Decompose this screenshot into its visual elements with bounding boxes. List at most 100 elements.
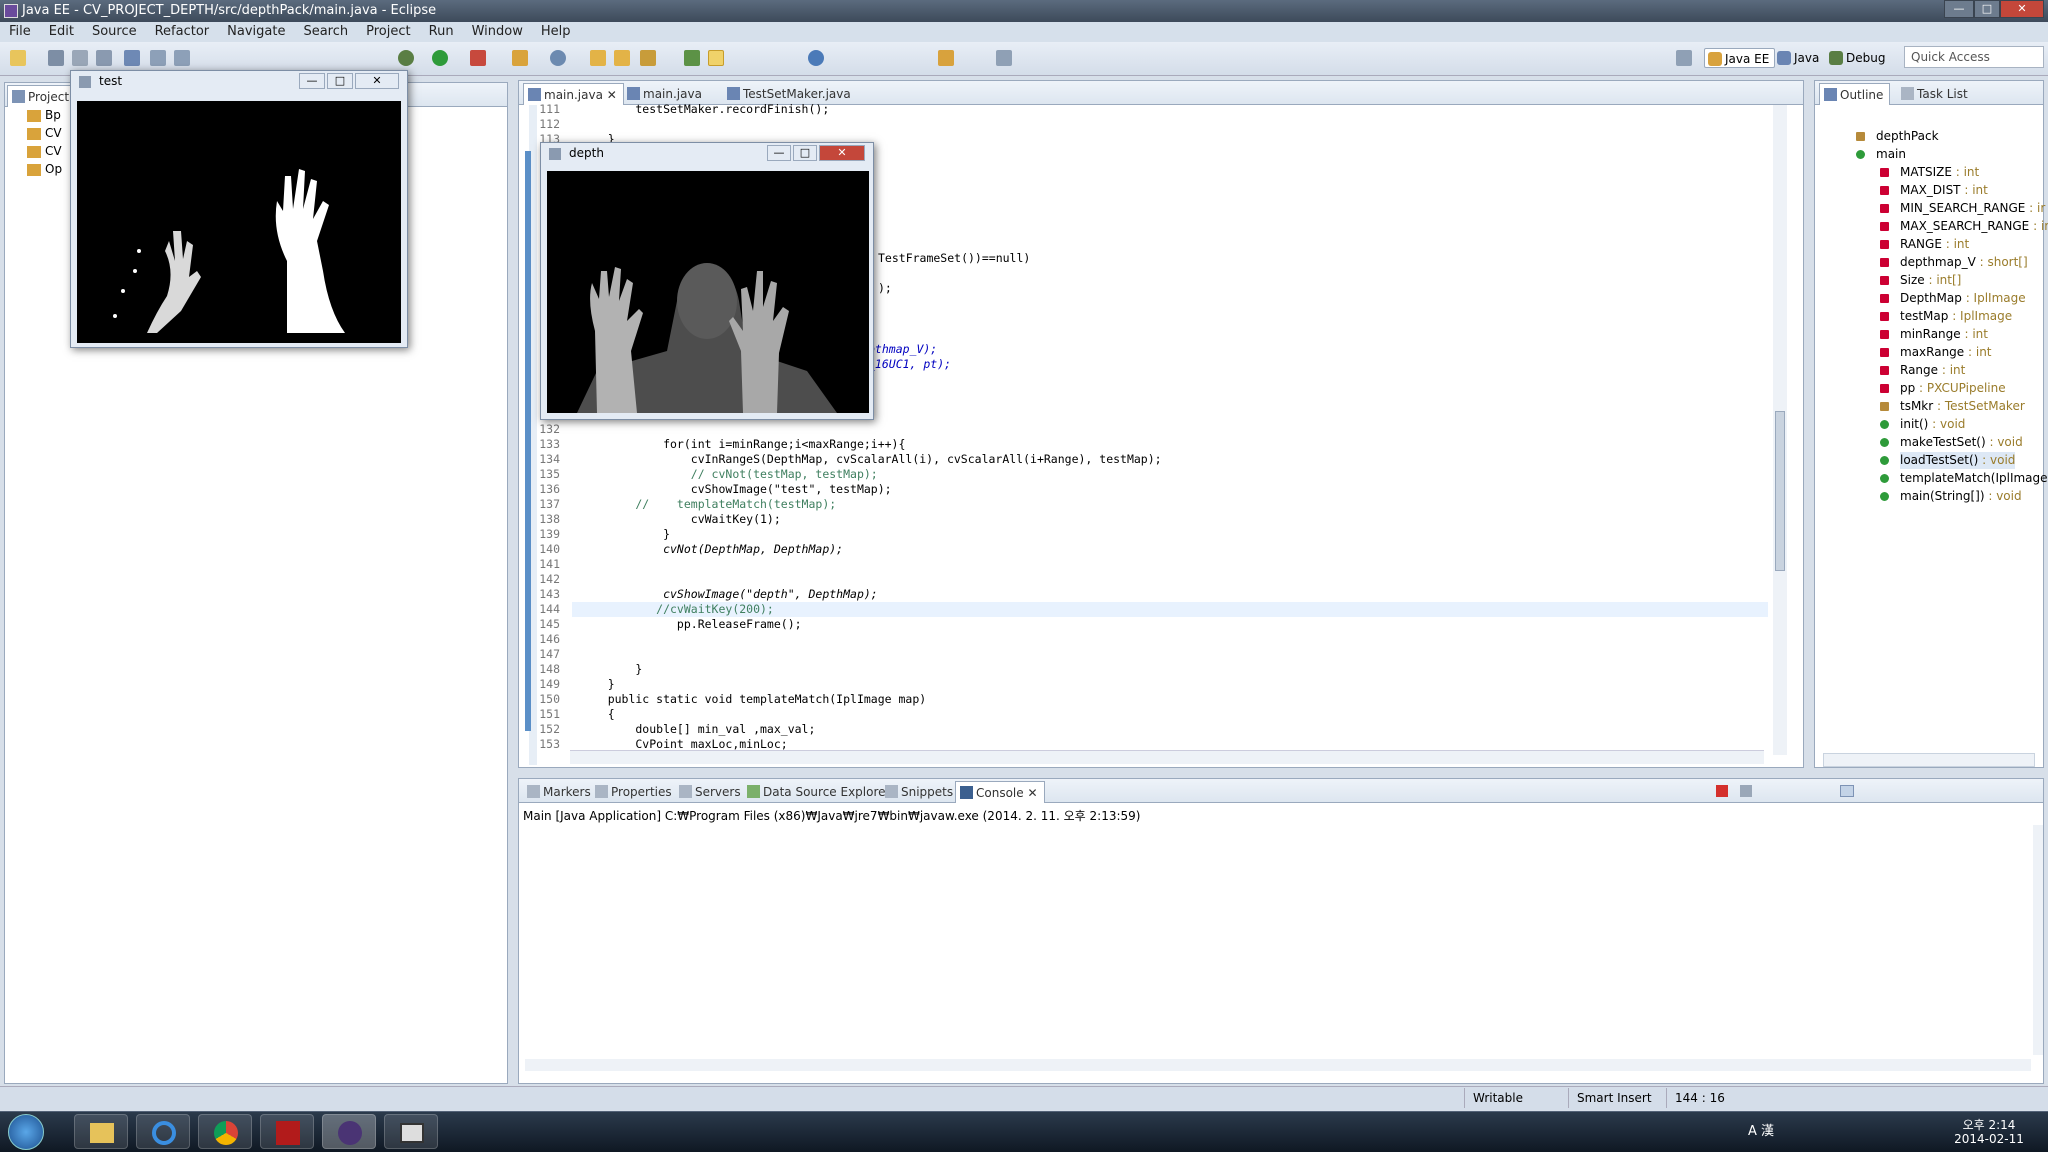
menu-navigate[interactable]: Navigate [218,22,294,42]
code-line[interactable]: testSetMaker.recordFinish(); [580,102,1780,117]
globe-icon[interactable] [808,50,824,66]
menu-refactor[interactable]: Refactor [146,22,219,42]
remove-launch-icon[interactable] [1740,785,1752,797]
menu-project[interactable]: Project [357,22,419,42]
start-button[interactable] [8,1114,44,1150]
code-line[interactable]: double[] min_val ,max_val; [580,722,1780,737]
outline-member[interactable]: tsMkr : TestSetMaker [1900,398,2025,415]
taskbar-acrobat[interactable] [260,1114,314,1149]
console-hscrollbar[interactable] [525,1059,2031,1071]
new-icon[interactable] [10,50,26,66]
perspective-javaee[interactable]: Java EE [1704,48,1776,68]
close-button[interactable]: ✕ [819,145,865,161]
code-line[interactable]: cvShowImage("depth", DepthMap); [580,587,1780,602]
tab-project-explorer[interactable]: Project [7,85,77,107]
save-all-icon[interactable] [72,50,88,66]
outline-member[interactable]: MATSIZE : int [1900,164,1979,181]
outline-member[interactable]: init() : void [1900,416,1965,433]
menu-help[interactable]: Help [532,22,580,42]
search-icon[interactable] [640,50,656,66]
menu-edit[interactable]: Edit [40,22,83,42]
code-line[interactable]: // templateMatch(testMap); [580,497,1780,512]
outline-member[interactable]: templateMatch(IplImage) [1900,470,2048,487]
minimize-button[interactable]: — [299,73,325,89]
tree-item[interactable]: CV [27,143,62,160]
perspective-debug[interactable]: Debug [1826,48,1890,68]
code-line[interactable]: cvShowImage("test", testMap); [580,482,1780,497]
console-scrollbar[interactable] [2033,825,2043,1055]
code-line[interactable]: cvNot(DepthMap, DepthMap); [580,542,1780,557]
editor-hscrollbar[interactable] [570,750,1764,764]
tree-item[interactable]: CV [27,125,62,142]
tab-outline[interactable]: Outline [1819,83,1891,105]
external-tools-icon[interactable] [470,50,486,66]
print-icon[interactable] [96,50,112,66]
code-line[interactable]: //cvWaitKey(200); [580,602,1780,617]
code-line[interactable]: cvWaitKey(1); [580,512,1780,527]
terminate-icon[interactable] [1716,785,1728,797]
scroll-lock-icon[interactable] [1840,785,1854,797]
taskbar-chrome[interactable] [198,1114,252,1149]
outline-member[interactable]: MAX_SEARCH_RANGE : ir [1900,218,2048,235]
outline-package[interactable]: depthPack [1876,128,1939,145]
menu-run[interactable]: Run [420,22,463,42]
toggle2-icon[interactable] [174,50,190,66]
outline-member[interactable]: makeTestSet() : void [1900,434,2023,451]
code-line[interactable]: { [580,707,1780,722]
outline-member[interactable]: MAX_DIST : int [1900,182,1988,199]
outline-member[interactable]: pp : PXCUPipeline [1900,380,2006,397]
outline-member[interactable]: loadTestSet() : void [1900,452,2016,469]
toggle-icon[interactable] [150,50,166,66]
open-perspective-icon[interactable] [1676,50,1692,66]
tab-servers[interactable]: Servers [675,781,747,803]
code-line[interactable]: // cvNot(testMap, testMap); [580,467,1780,482]
test-window[interactable]: test — □ ✕ [70,70,408,348]
tab-console[interactable]: Console ✕ [955,781,1045,803]
outline-member[interactable]: RANGE : int [1900,236,1969,253]
tab-markers[interactable]: Markers [523,781,597,803]
minimize-button[interactable]: — [1944,0,1974,18]
tab-data-source-explorer[interactable]: Data Source Explorer [743,781,896,803]
quick-access-input[interactable]: Quick Access [1904,46,2044,68]
tool-icon[interactable] [124,50,140,66]
forward-icon[interactable] [996,50,1012,66]
menu-source[interactable]: Source [83,22,146,42]
maximize-button[interactable]: □ [793,145,817,161]
outline-member[interactable]: Size : int[] [1900,272,1961,289]
taskbar-eclipse[interactable] [322,1114,376,1149]
ime-indicator[interactable]: A 漢 [1748,1120,1774,1139]
outline-member[interactable]: minRange : int [1900,326,1988,343]
code-line[interactable]: } [580,677,1780,692]
outline-member[interactable]: testMap : IplImage [1900,308,2012,325]
outline-member[interactable]: MIN_SEARCH_RANGE : ir [1900,200,2045,217]
debug-icon[interactable] [398,50,414,66]
depth-window[interactable]: depth — □ ✕ [540,142,874,420]
save-icon[interactable] [48,50,64,66]
outline-member[interactable]: maxRange : int [1900,344,1992,361]
outline-member[interactable]: depthmap_V : short[] [1900,254,2028,271]
menu-file[interactable]: File [0,22,40,42]
code-line[interactable]: cvInRangeS(DepthMap, cvScalarAll(i), cvS… [580,452,1780,467]
code-line[interactable]: pp.ReleaseFrame(); [580,617,1780,632]
menu-window[interactable]: Window [463,22,532,42]
open-type-icon[interactable] [590,50,606,66]
mark-occurrences-icon[interactable] [708,50,724,66]
tree-item[interactable]: Op [27,161,62,178]
tab-task-list[interactable]: Task List [1897,83,1974,105]
tree-item[interactable]: Bp [27,107,61,124]
outline-member[interactable]: Range : int [1900,362,1965,379]
outline-member[interactable]: main(String[]) : void [1900,488,2022,505]
maximize-button[interactable]: □ [327,73,353,89]
menu-search[interactable]: Search [294,22,357,42]
web-icon[interactable] [550,50,566,66]
tab-snippets[interactable]: Snippets [881,781,959,803]
outline-hscrollbar[interactable] [1823,753,2035,767]
close-button[interactable]: ✕ [2000,0,2044,18]
code-line[interactable]: } [580,662,1780,677]
next-annotation-icon[interactable] [684,50,700,66]
taskbar-ie[interactable] [136,1114,190,1149]
code-line[interactable]: public static void templateMatch(IplImag… [580,692,1780,707]
new-server-icon[interactable] [512,50,528,66]
open-task-icon[interactable] [614,50,630,66]
close-button[interactable]: ✕ [355,73,399,89]
